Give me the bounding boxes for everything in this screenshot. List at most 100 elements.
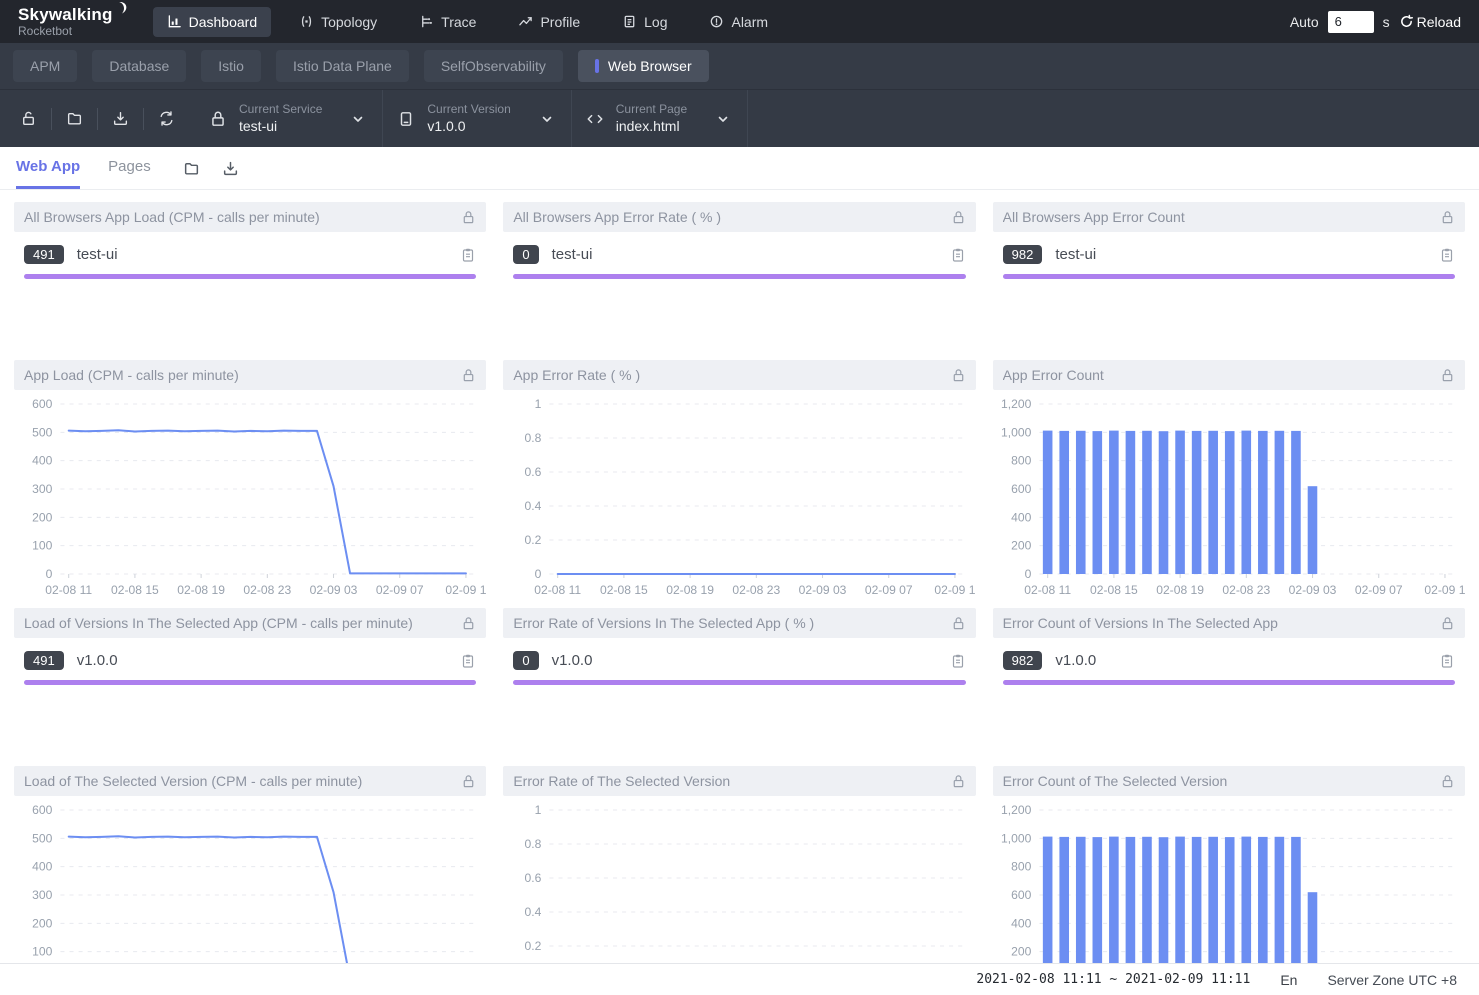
clipboard-icon[interactable] (1439, 653, 1455, 669)
nav-label: Alarm (731, 14, 768, 30)
card-header[interactable]: App Load (CPM - calls per minute) (14, 360, 486, 390)
auto-label: Auto (1290, 14, 1319, 30)
svg-text:0: 0 (1024, 567, 1031, 581)
dashboard-tab-database[interactable]: Database (92, 50, 186, 82)
svg-text:1,000: 1,000 (1001, 425, 1032, 439)
folder-icon (66, 110, 83, 127)
svg-text:600: 600 (32, 803, 52, 817)
auto-interval-input[interactable] (1328, 11, 1374, 33)
nav-item-topology[interactable]: Topology (285, 7, 391, 37)
current-service-selector[interactable]: Current Service test-ui (195, 90, 383, 147)
folder-button[interactable] (183, 160, 200, 177)
card-header[interactable]: Error Rate of The Selected Version (503, 766, 975, 796)
card-header[interactable]: All Browsers App Load (CPM - calls per m… (14, 202, 486, 232)
clipboard-icon[interactable] (950, 247, 966, 263)
clipboard-icon[interactable] (1439, 247, 1455, 263)
tab-web-app[interactable]: Web App (16, 147, 80, 189)
lock-icon[interactable] (461, 774, 476, 789)
current-version-selector[interactable]: Current Version v1.0.0 (383, 90, 571, 147)
svg-text:400: 400 (32, 860, 52, 874)
card-version-error-count: Error Count of Versions In The Selected … (993, 608, 1465, 758)
folder-button[interactable] (52, 110, 97, 127)
unlock-button[interactable] (6, 110, 51, 127)
import-button[interactable] (98, 110, 143, 127)
card-header[interactable]: Error Rate of Versions In The Selected A… (503, 608, 975, 638)
svg-text:800: 800 (1011, 454, 1031, 468)
lock-icon[interactable] (461, 616, 476, 631)
card-header[interactable]: Load of The Selected Version (CPM - call… (14, 766, 486, 796)
card-selected-version-load-chart: Load of The Selected Version (CPM - call… (14, 766, 486, 995)
chevron-down-icon[interactable] (717, 113, 729, 125)
refresh-templates-button[interactable] (144, 110, 189, 127)
selector-value: test-ui (239, 118, 322, 134)
svg-text:600: 600 (32, 397, 52, 411)
card-title: Error Rate of The Selected Version (513, 773, 950, 789)
clipboard-icon[interactable] (460, 653, 476, 669)
svg-text:500: 500 (32, 425, 52, 439)
lock-icon[interactable] (461, 210, 476, 225)
card-app-error-rate-chart: App Error Rate ( % ) 00.20.40.60.8102-08… (503, 360, 975, 600)
dashboard-tab-apm[interactable]: APM (13, 50, 77, 82)
card-header[interactable]: All Browsers App Error Count (993, 202, 1465, 232)
lock-icon[interactable] (1440, 368, 1455, 383)
app-error-count-bar-chart[interactable]: 02004006008001,0001,20002-08 1102-08 150… (993, 390, 1465, 600)
main-nav: Dashboard Topology Trace Profile Log Ala… (153, 7, 782, 37)
card-header[interactable]: All Browsers App Error Rate ( % ) (503, 202, 975, 232)
lock-icon[interactable] (951, 210, 966, 225)
nav-item-profile[interactable]: Profile (504, 7, 594, 37)
nav-item-dashboard[interactable]: Dashboard (153, 7, 272, 37)
dashboard-tab-selfobservability[interactable]: SelfObservability (424, 50, 563, 82)
import-icon (112, 110, 129, 127)
lock-icon[interactable] (1440, 774, 1455, 789)
selector-value: v1.0.0 (427, 118, 510, 134)
svg-text:1,200: 1,200 (1001, 803, 1032, 817)
profile-icon (518, 14, 533, 29)
code-icon (586, 110, 604, 128)
card-header[interactable]: Error Count of Versions In The Selected … (993, 608, 1465, 638)
lock-icon[interactable] (951, 616, 966, 631)
app-error-rate-line-chart[interactable]: 00.20.40.60.8102-08 1102-08 1502-08 1902… (503, 390, 975, 600)
language-switcher[interactable]: En (1280, 972, 1297, 988)
dashboard-tab-istio-data-plane[interactable]: Istio Data Plane (276, 50, 409, 82)
server-zone[interactable]: Server Zone UTC +8 (1327, 972, 1457, 988)
clipboard-icon[interactable] (460, 247, 476, 263)
dashboard-icon (167, 14, 182, 29)
app-load-line-chart[interactable]: 010020030040050060002-08 1102-08 1502-08… (14, 390, 486, 600)
card-title: App Error Count (1003, 367, 1440, 383)
card-header[interactable]: App Error Count (993, 360, 1465, 390)
nav-item-log[interactable]: Log (608, 7, 681, 37)
nav-label: Log (644, 14, 667, 30)
current-page-selector[interactable]: Current Page index.html (572, 90, 748, 147)
card-header[interactable]: Load of Versions In The Selected App (CP… (14, 608, 486, 638)
tab-pages[interactable]: Pages (108, 147, 151, 189)
tab-label: Web Browser (608, 58, 692, 74)
lock-icon[interactable] (951, 368, 966, 383)
svg-text:100: 100 (32, 539, 52, 553)
import-button[interactable] (222, 160, 239, 177)
metric-bar (24, 274, 476, 279)
nav-item-trace[interactable]: Trace (405, 7, 490, 37)
lock-icon[interactable] (951, 774, 966, 789)
card-header[interactable]: Error Count of The Selected Version (993, 766, 1465, 796)
lock-icon[interactable] (1440, 616, 1455, 631)
lock-icon[interactable] (1440, 210, 1455, 225)
card-all-browsers-app-error-rate: All Browsers App Error Rate ( % ) 0 test… (503, 202, 975, 352)
alarm-icon (709, 14, 724, 29)
card-title: All Browsers App Load (CPM - calls per m… (24, 209, 461, 225)
card-header[interactable]: App Error Rate ( % ) (503, 360, 975, 390)
reload-button[interactable]: Reload (1399, 14, 1461, 30)
metric-row: 0 v1.0.0 (503, 638, 975, 670)
svg-text:200: 200 (32, 916, 52, 930)
dashboard-tab-web-browser[interactable]: Web Browser (578, 50, 709, 82)
chevron-down-icon[interactable] (352, 113, 364, 125)
time-range-picker[interactable]: 2021-02-08 11:11 ~ 2021-02-09 11:11 (976, 972, 1250, 987)
lock-icon[interactable] (461, 368, 476, 383)
chevron-down-icon[interactable] (541, 113, 553, 125)
metric-value-badge: 982 (1003, 651, 1043, 670)
reload-icon (1399, 14, 1414, 29)
nav-label: Profile (540, 14, 580, 30)
dashboard-tab-istio[interactable]: Istio (201, 50, 261, 82)
clipboard-icon[interactable] (950, 653, 966, 669)
card-title: App Error Rate ( % ) (513, 367, 950, 383)
nav-item-alarm[interactable]: Alarm (695, 7, 782, 37)
